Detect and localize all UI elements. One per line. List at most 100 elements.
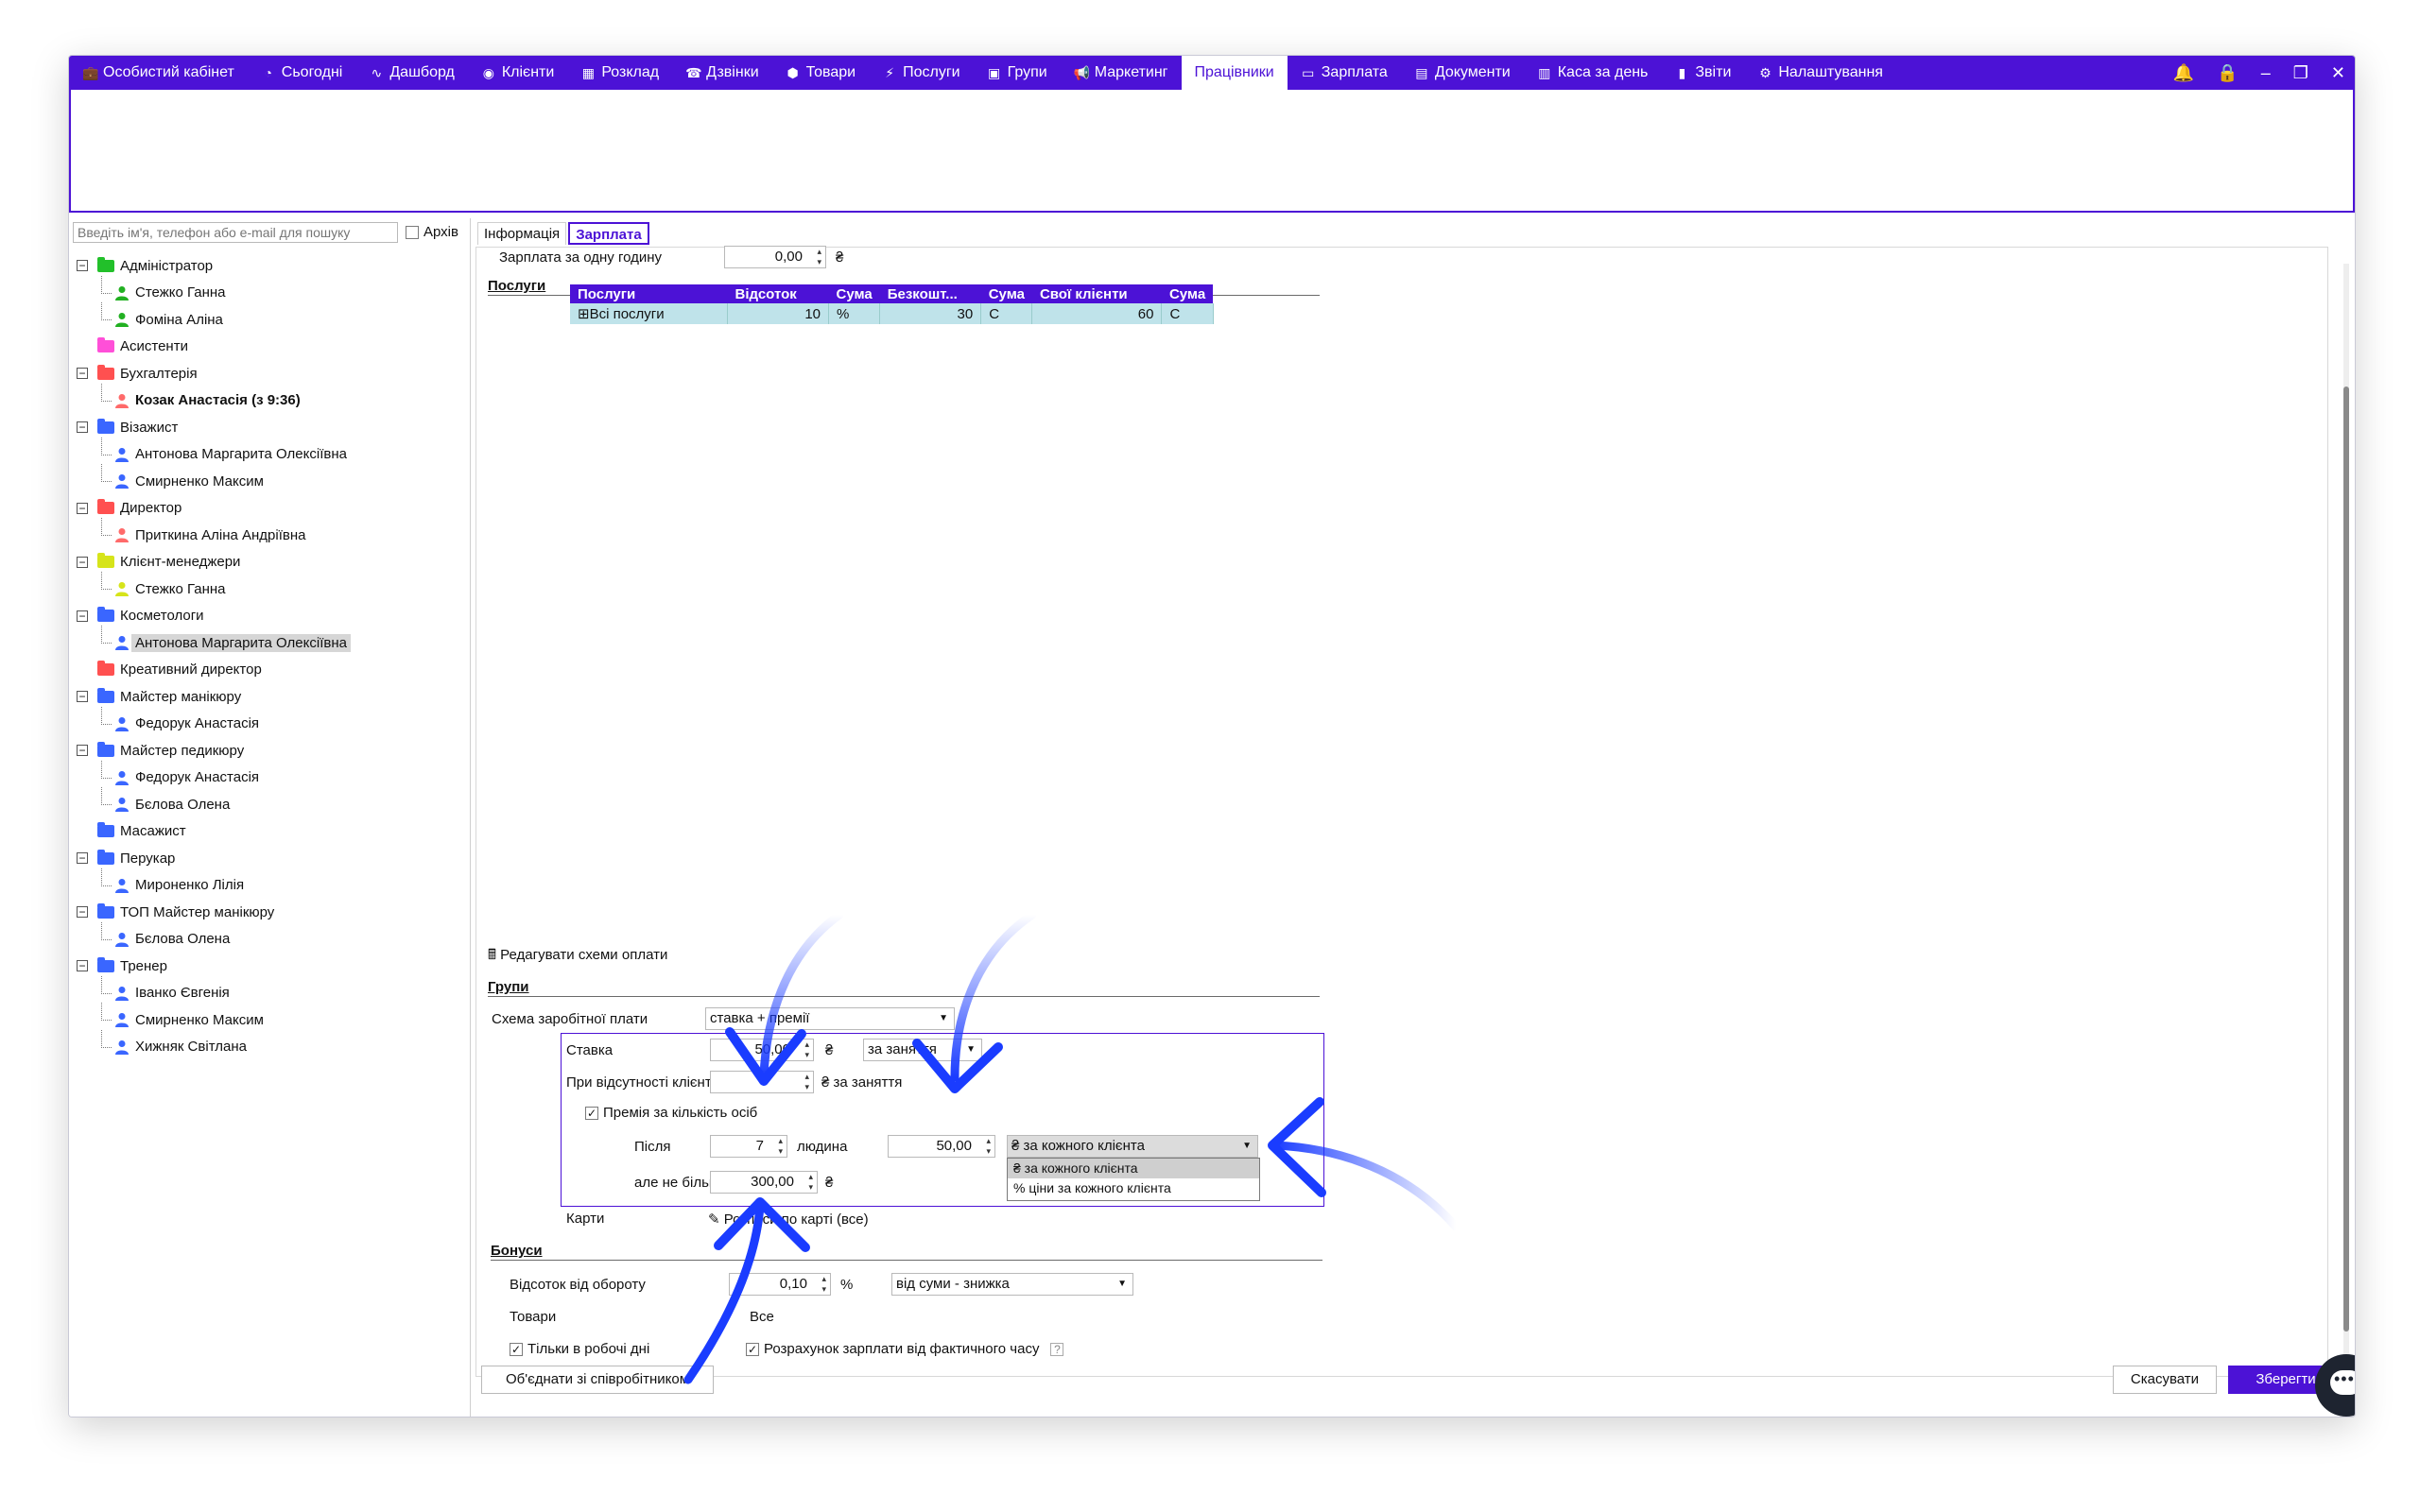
- nav-item-0[interactable]: 💼 Особистий кабінет: [69, 56, 248, 90]
- archive-checkbox[interactable]: Архів: [406, 224, 458, 240]
- minimize-icon[interactable]: –: [2261, 63, 2271, 83]
- nav-item-12[interactable]: ▤ Документи: [1401, 56, 1524, 90]
- after-count-input[interactable]: 7: [710, 1135, 787, 1158]
- tree-employee[interactable]: Козак Анастасія (з 9:36): [77, 383, 464, 415]
- tree-employee[interactable]: Хижняк Світлана: [77, 1029, 464, 1061]
- tree-group[interactable]: − Директор: [77, 495, 464, 523]
- nav-item-8[interactable]: ▣ Групи: [974, 56, 1061, 90]
- actual-time-checkbox-box[interactable]: ✓: [746, 1342, 759, 1356]
- cards-link[interactable]: ✎ Розписи по карті (все): [708, 1211, 869, 1228]
- collapse-icon[interactable]: −: [77, 906, 88, 919]
- tree-group[interactable]: − Майстер педикюру: [77, 737, 464, 765]
- tree-employee[interactable]: Антонова Маргарита Олексіївна: [77, 626, 464, 657]
- collapse-icon[interactable]: −: [77, 610, 88, 622]
- column-header[interactable]: Послуги: [570, 284, 728, 303]
- employee-search-input[interactable]: [73, 222, 398, 243]
- workdays-checkbox-box[interactable]: ✓: [510, 1342, 523, 1356]
- bonus-mode-select[interactable]: ₴ за кожного клієнта ▼: [1007, 1135, 1258, 1158]
- collapse-icon[interactable]: −: [77, 852, 88, 865]
- turnover-mode-select[interactable]: від суми - знижка ▼: [891, 1273, 1133, 1296]
- nav-item-6[interactable]: ⬢ Товари: [772, 56, 869, 90]
- tree-employee[interactable]: Федорук Анастасія: [77, 706, 464, 738]
- tree-employee[interactable]: Бєлова Олена: [77, 787, 464, 818]
- nav-item-14[interactable]: ▮ Звіти: [1661, 56, 1744, 90]
- nav-item-2[interactable]: ∿ Дашборд: [355, 56, 468, 90]
- nav-item-4[interactable]: ▦ Розклад: [567, 56, 672, 90]
- tree-group[interactable]: Асистенти: [77, 334, 464, 361]
- tree-group[interactable]: Креативний директор: [77, 657, 464, 684]
- collapse-icon[interactable]: −: [77, 421, 88, 434]
- tree-employee[interactable]: Іванко Євгенія: [77, 975, 464, 1007]
- scrollbar-thumb[interactable]: [2343, 387, 2349, 1332]
- tree-group[interactable]: − Перукар: [77, 845, 464, 872]
- hourly-input[interactable]: 0,00: [724, 246, 826, 268]
- scheme-select[interactable]: ставка + премії ▼: [705, 1007, 955, 1030]
- collapse-icon[interactable]: −: [77, 960, 88, 972]
- help-icon[interactable]: ?: [1050, 1342, 1064, 1356]
- archive-checkbox-box[interactable]: [406, 225, 419, 239]
- lock-icon[interactable]: 🔒: [2217, 63, 2238, 83]
- nav-item-1[interactable]: ◔ Сьогодні: [248, 56, 356, 90]
- tree-employee[interactable]: Бєлова Олена: [77, 921, 464, 954]
- bonus-mode-option[interactable]: % ціни за кожного клієнта: [1008, 1178, 1259, 1198]
- tree-employee[interactable]: Смирненко Максим: [77, 464, 464, 495]
- tree-employee[interactable]: Приткина Аліна Андріївна: [77, 518, 464, 549]
- tree-employee[interactable]: Смирненко Максим: [77, 1003, 464, 1034]
- bonus-amount-input[interactable]: 50,00: [888, 1135, 995, 1158]
- nav-item-7[interactable]: ⚡ Послуги: [869, 56, 974, 90]
- collapse-icon[interactable]: −: [77, 260, 88, 272]
- collapse-icon[interactable]: −: [77, 556, 88, 568]
- rate-per-select[interactable]: за заняття ▼: [863, 1039, 982, 1061]
- column-header[interactable]: Сума: [980, 284, 1032, 303]
- nav-item-10[interactable]: Працівники: [1181, 56, 1288, 90]
- restore-icon[interactable]: ❐: [2293, 63, 2308, 83]
- tree-employee[interactable]: Федорук Анастасія: [77, 760, 464, 792]
- tree-employee[interactable]: Мироненко Лілія: [77, 868, 464, 900]
- tree-group[interactable]: − Бухгалтерія: [77, 360, 464, 387]
- collapse-icon[interactable]: −: [77, 691, 88, 703]
- column-header[interactable]: Сума: [828, 284, 880, 303]
- cancel-button[interactable]: Скасувати: [2113, 1366, 2217, 1394]
- goods-value[interactable]: Все: [750, 1309, 774, 1325]
- tree-group[interactable]: − Майстер манікюру: [77, 683, 464, 711]
- tree-employee[interactable]: Стежко Ганна: [77, 275, 464, 307]
- column-header[interactable]: Свої клієнти: [1031, 284, 1162, 303]
- tree-group[interactable]: − Адміністратор: [77, 252, 464, 280]
- rate-input[interactable]: 50,00: [710, 1039, 814, 1061]
- noclients-input[interactable]: [710, 1071, 814, 1093]
- nav-item-13[interactable]: ▥ Каса за день: [1524, 56, 1662, 90]
- nav-item-11[interactable]: ▭ Зарплата: [1288, 56, 1401, 90]
- tab-info[interactable]: Інформація: [477, 222, 567, 245]
- tree-group[interactable]: − Візажист: [77, 414, 464, 441]
- collapse-icon[interactable]: −: [77, 745, 88, 757]
- tree-employee[interactable]: Фоміна Аліна: [77, 302, 464, 334]
- tree-group[interactable]: − Тренер: [77, 953, 464, 980]
- actual-time-checkbox[interactable]: ✓ Розрахунок зарплати від фактичного часу…: [746, 1341, 1068, 1357]
- edit-schemes-link[interactable]: 🖩 Редагувати схеми оплати: [488, 945, 667, 969]
- turnover-input[interactable]: 0,10: [729, 1273, 831, 1296]
- nav-item-3[interactable]: ◉ Клієнти: [468, 56, 567, 90]
- bonus-count-checkbox[interactable]: ✓ Премія за кількість осіб: [585, 1105, 757, 1121]
- column-header[interactable]: Сума: [1161, 284, 1214, 303]
- close-icon[interactable]: ✕: [2331, 63, 2345, 83]
- table-row[interactable]: ⊞Всі послуги 10% 30 С 60 С: [570, 303, 1214, 324]
- column-header[interactable]: Відсоток: [727, 284, 829, 303]
- nav-item-5[interactable]: ☎ Дзвінки: [672, 56, 772, 90]
- max-amount-input[interactable]: 300,00: [710, 1171, 818, 1194]
- tree-employee[interactable]: Стежко Ганна: [77, 572, 464, 603]
- tree-group[interactable]: − Клієнт-менеджери: [77, 549, 464, 576]
- tree-group[interactable]: − ТОП Майстер манікюру: [77, 899, 464, 926]
- nav-item-15[interactable]: ⚙ Налаштування: [1744, 56, 1896, 90]
- tree-employee[interactable]: Антонова Маргарита Олексіївна: [77, 437, 464, 469]
- tree-group[interactable]: Масажист: [77, 818, 464, 846]
- vertical-scrollbar[interactable]: [2343, 264, 2349, 1379]
- column-header[interactable]: Безкошт...: [879, 284, 981, 303]
- collapse-icon[interactable]: −: [77, 502, 88, 514]
- nav-item-9[interactable]: 📢 Маркетинг: [1061, 56, 1182, 90]
- merge-employee-button[interactable]: Об'єднати зі співробітником: [481, 1366, 714, 1394]
- workdays-checkbox[interactable]: ✓ Тільки в робочі дні: [510, 1341, 649, 1357]
- collapse-icon[interactable]: −: [77, 368, 88, 380]
- bonus-mode-option[interactable]: ₴ за кожного клієнта: [1008, 1159, 1259, 1178]
- bonus-count-checkbox-box[interactable]: ✓: [585, 1106, 598, 1120]
- tree-group[interactable]: − Косметологи: [77, 603, 464, 630]
